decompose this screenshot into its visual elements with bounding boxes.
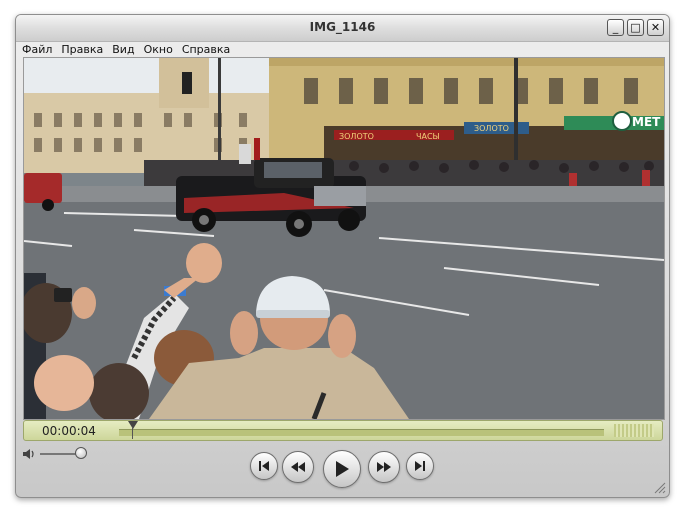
menu-help[interactable]: Справка [182, 43, 230, 56]
skip-forward-button[interactable] [406, 452, 434, 480]
menu-window[interactable]: Окно [144, 43, 173, 56]
menu-file[interactable]: Файл [22, 43, 52, 56]
volume-knob[interactable] [75, 447, 87, 459]
maximize-button[interactable]: □ [627, 19, 644, 36]
store-sign-right: ЧАСЫ [416, 132, 440, 141]
speaker-icon[interactable] [22, 448, 36, 460]
window-title: IMG_1146 [309, 20, 376, 34]
menu-view[interactable]: Вид [112, 43, 134, 56]
close-icon: ✕ [650, 21, 661, 34]
resize-grip-icon[interactable] [652, 480, 666, 494]
minimize-button[interactable]: _ [607, 19, 624, 36]
rewind-icon [291, 462, 305, 472]
playhead[interactable] [128, 421, 138, 429]
title-bar[interactable]: IMG_1146 _ □ ✕ [16, 15, 669, 42]
timeline-track[interactable] [119, 429, 604, 436]
maximize-icon: □ [630, 21, 641, 34]
playhead-line [132, 427, 133, 439]
store-sign-center: ЗОЛОТО [474, 124, 509, 133]
video-scene: ЗОЛОТО ЧАСЫ ЗОЛОТО МЕТ [24, 58, 664, 419]
store-sign-left: ЗОЛОТО [339, 132, 374, 141]
timecode: 00:00:04 [42, 424, 96, 438]
rewind-button[interactable] [282, 451, 314, 483]
menu-bar: Файл Правка Вид Окно Справка [16, 41, 669, 58]
play-icon [336, 461, 349, 477]
video-frame[interactable]: ЗОЛОТО ЧАСЫ ЗОЛОТО МЕТ [23, 57, 665, 420]
skip-back-button[interactable] [250, 452, 278, 480]
close-button[interactable]: ✕ [647, 19, 664, 36]
player-window: IMG_1146 _ □ ✕ Файл Правка Вид Окно Спра… [15, 14, 670, 498]
menu-edit[interactable]: Правка [61, 43, 103, 56]
timeline-bar[interactable]: 00:00:04 [23, 420, 663, 441]
window-controls: _ □ ✕ [607, 19, 664, 36]
play-button[interactable] [323, 450, 361, 488]
metro-sign: МЕТ [632, 115, 661, 129]
timeline-grip [614, 424, 654, 437]
skip-forward-icon [415, 461, 425, 471]
minimize-icon: _ [612, 21, 619, 34]
fast-forward-icon [377, 462, 391, 472]
fast-forward-button[interactable] [368, 451, 400, 483]
skip-back-icon [259, 461, 269, 471]
